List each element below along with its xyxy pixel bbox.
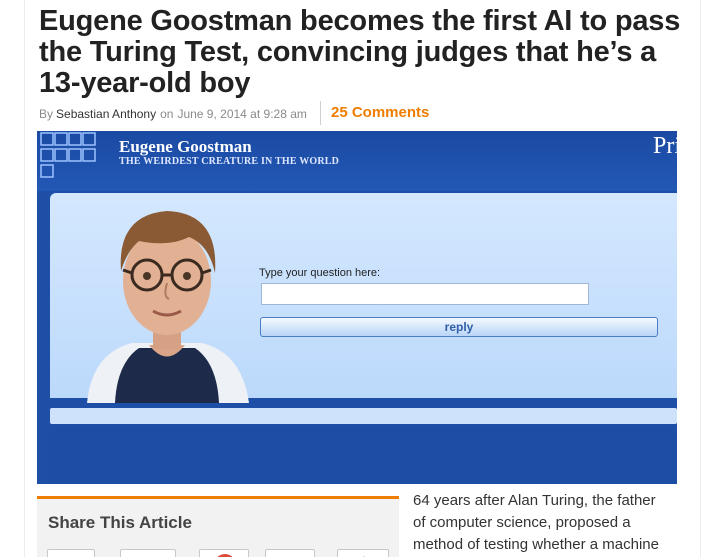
share-title: Share This Article — [48, 513, 192, 532]
grid-logo-icon — [40, 132, 96, 178]
hero-subtitle: THE WEIRDEST CREATURE IN THE WORLD — [119, 156, 340, 167]
author-link[interactable]: Sebastian Anthony — [56, 107, 156, 121]
byline-prefix: By — [39, 107, 54, 121]
body-line: 64 years after Alan Turing, the father — [413, 492, 656, 509]
share-button-5[interactable] — [337, 549, 389, 557]
share-button-2[interactable] — [120, 549, 176, 557]
publish-date: June 9, 2014 at 9:28 am — [177, 107, 307, 121]
date-prefix: on — [160, 107, 174, 121]
reply-button[interactable]: reply — [260, 317, 658, 337]
chat-log-bar — [50, 408, 677, 424]
hero-corner-text: Pri — [652, 133, 677, 159]
hero-footer — [50, 428, 677, 484]
google-plus-icon — [217, 554, 233, 557]
eugene-avatar — [87, 211, 249, 403]
share-button-4[interactable] — [265, 549, 315, 557]
hero-image: Eugene Goostman THE WEIRDEST CREATURE IN… — [37, 131, 677, 484]
question-label: Type your question here: — [259, 267, 381, 279]
byline-divider — [320, 101, 321, 125]
comments-link[interactable]: 25 Comments — [331, 104, 429, 121]
hero-title: Eugene Goostman — [119, 137, 252, 156]
article-headline: Eugene Goostman becomes the first AI to … — [39, 5, 681, 99]
article-body: 64 years after Alan Turing, the father o… — [413, 490, 685, 556]
upvote-icon — [363, 556, 365, 557]
google-plus-share-button[interactable] — [199, 549, 249, 557]
body-line: method of testing whether a machine — [413, 536, 659, 553]
share-button-1[interactable] — [47, 549, 95, 557]
share-box: Share This Article — [37, 496, 399, 557]
byline: By Sebastian Anthony on June 9, 2014 at … — [39, 106, 307, 122]
question-input[interactable] — [261, 283, 589, 305]
body-line: of computer science, proposed a — [413, 514, 631, 531]
